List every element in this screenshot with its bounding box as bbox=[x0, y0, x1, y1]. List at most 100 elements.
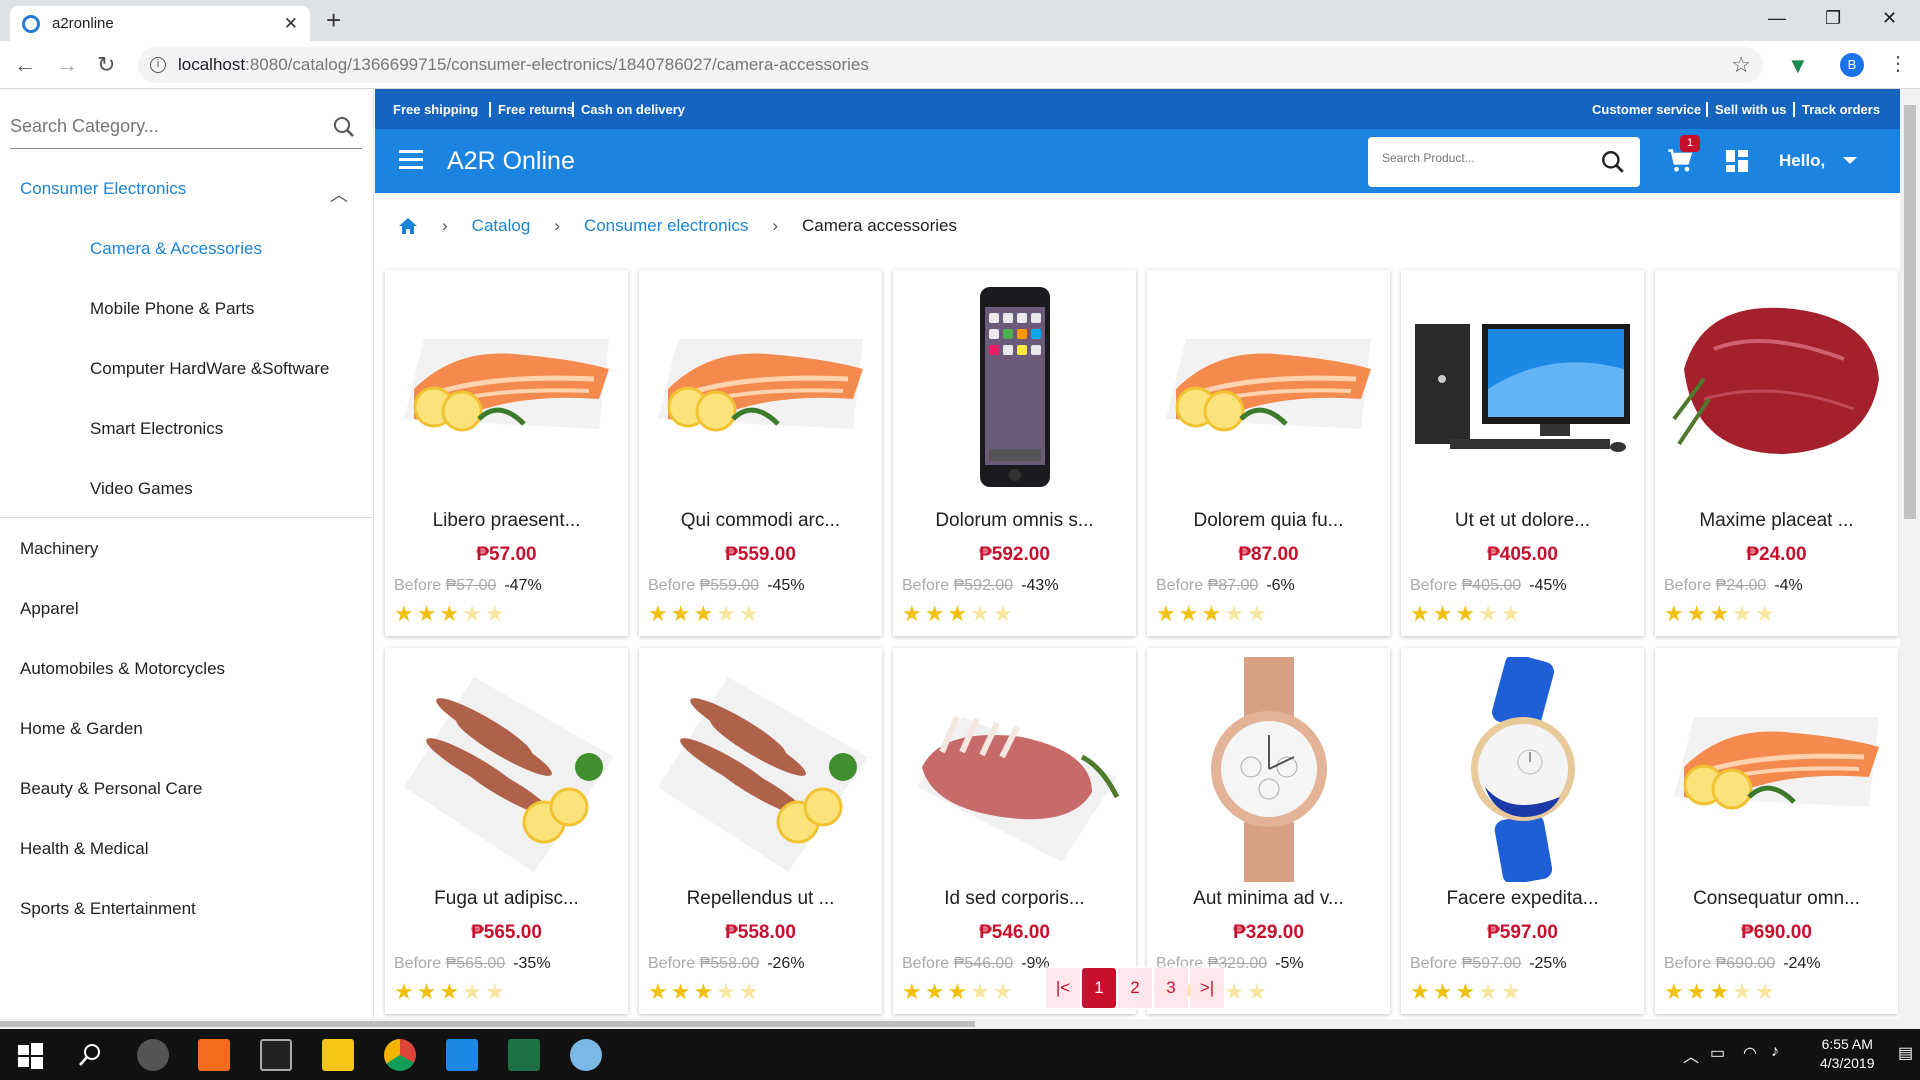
category-item[interactable]: Health & Medical bbox=[20, 839, 149, 859]
product-name[interactable]: Consequatur omn... bbox=[1655, 888, 1898, 910]
horizontal-scroll-thumb[interactable] bbox=[0, 1021, 975, 1027]
product-image-computer[interactable] bbox=[1410, 279, 1635, 504]
caret-down-icon[interactable] bbox=[1843, 157, 1857, 164]
browser-menu-icon[interactable]: ⋮ bbox=[1888, 51, 1908, 76]
product-name[interactable]: Fuga ut adipisc... bbox=[385, 888, 628, 910]
subcategory-item[interactable]: Video Games bbox=[90, 479, 193, 499]
excel-icon[interactable] bbox=[508, 1039, 540, 1071]
hamburger-menu-icon[interactable] bbox=[399, 150, 423, 174]
bookmark-star-icon[interactable]: ☆ bbox=[1731, 52, 1751, 78]
terminal-icon[interactable] bbox=[260, 1039, 292, 1071]
address-bar[interactable]: i localhost:8080/catalog/1366699715/cons… bbox=[138, 47, 1763, 83]
brand-title[interactable]: A2R Online bbox=[447, 147, 575, 176]
product-name[interactable]: Id sed corporis... bbox=[893, 888, 1136, 910]
category-item[interactable]: Apparel bbox=[20, 599, 79, 619]
paint-icon[interactable] bbox=[570, 1039, 602, 1071]
vertical-scrollbar[interactable] bbox=[1900, 89, 1920, 1019]
product-name[interactable]: Ut et ut dolore... bbox=[1401, 510, 1644, 532]
category-item[interactable]: Home & Garden bbox=[20, 719, 143, 739]
breadcrumb-link[interactable]: Consumer electronics bbox=[584, 216, 748, 236]
product-card[interactable]: Maxime placeat ... ₱24.00 Before ₱24.00 -4%… bbox=[1655, 270, 1898, 636]
subcategory-item[interactable]: Computer HardWare &Software bbox=[90, 359, 329, 379]
product-image-phone[interactable] bbox=[902, 279, 1127, 504]
first-page-icon[interactable]: |< bbox=[1046, 968, 1080, 1008]
strip-link[interactable]: Free shipping bbox=[393, 102, 478, 117]
product-card[interactable]: Id sed corporis... ₱546.00 Before ₱546.00-… bbox=[893, 648, 1136, 1014]
category-item[interactable]: Machinery bbox=[20, 539, 98, 559]
browser-tab[interactable]: a2ronline ✕ bbox=[10, 6, 310, 41]
battery-icon[interactable]: ▭ bbox=[1710, 1043, 1725, 1063]
product-image-shrimp[interactable] bbox=[394, 657, 619, 882]
product-image-salmon[interactable] bbox=[1664, 657, 1889, 882]
home-icon[interactable] bbox=[398, 217, 418, 235]
category-search-input[interactable]: Search Category... bbox=[10, 105, 362, 149]
product-card[interactable]: Facere expedita... ₱597.00 Before ₱597.00-… bbox=[1401, 648, 1644, 1014]
strip-link[interactable]: Customer service bbox=[1592, 102, 1701, 117]
strip-link[interactable]: Free returns bbox=[489, 102, 574, 117]
user-greeting[interactable]: Hello, bbox=[1779, 151, 1825, 171]
dashboard-grid-icon[interactable] bbox=[1725, 149, 1749, 173]
search-icon[interactable] bbox=[332, 115, 356, 139]
volume-icon[interactable]: ♪ bbox=[1771, 1043, 1779, 1061]
product-name[interactable]: Maxime placeat ... bbox=[1655, 510, 1898, 532]
horizontal-scrollbar[interactable] bbox=[0, 1019, 1920, 1029]
search-icon[interactable] bbox=[74, 1039, 106, 1071]
product-image-watch-blue[interactable] bbox=[1410, 653, 1635, 885]
product-name[interactable]: Aut minima ad v... bbox=[1147, 888, 1390, 910]
product-card[interactable]: Aut minima ad v... ₱329.00 Before ₱329.00-… bbox=[1147, 648, 1390, 1014]
breadcrumb-link[interactable]: Catalog bbox=[472, 216, 531, 236]
extension-icon[interactable]: ▼ bbox=[1787, 53, 1809, 79]
category-consumer-electronics[interactable]: Consumer Electronics bbox=[20, 179, 186, 199]
reload-icon[interactable]: ↻ bbox=[97, 52, 115, 78]
product-name[interactable]: Dolorum omnis s... bbox=[893, 510, 1136, 532]
product-card[interactable]: Ut et ut dolore... ₱405.00 Before ₱405.00-… bbox=[1401, 270, 1644, 636]
category-item[interactable]: Automobiles & Motorcycles bbox=[20, 659, 225, 679]
product-card[interactable]: Dolorum omnis s... ₱592.00 Before ₱592.00-… bbox=[893, 270, 1136, 636]
subcategory-item[interactable]: Mobile Phone & Parts bbox=[90, 299, 254, 319]
strip-link[interactable]: Cash on delivery bbox=[572, 102, 685, 117]
tray-chevron-up-icon[interactable]: ︿ bbox=[1683, 1043, 1699, 1067]
product-image-shrimp[interactable] bbox=[648, 657, 873, 882]
system-clock[interactable]: 6:55 AM 4/3/2019 bbox=[1820, 1035, 1875, 1073]
site-info-icon[interactable]: i bbox=[150, 57, 166, 73]
product-image-salmon[interactable] bbox=[648, 279, 873, 504]
chrome-icon[interactable] bbox=[384, 1039, 416, 1071]
product-card[interactable]: Libero praesent... ₱57.00 Before ₱57.00 -47… bbox=[385, 270, 628, 636]
wifi-icon[interactable]: ◠ bbox=[1743, 1043, 1757, 1063]
product-image-watch-gold[interactable] bbox=[1156, 657, 1381, 882]
page-button-current[interactable]: 1 bbox=[1082, 968, 1116, 1008]
new-tab-icon[interactable]: + bbox=[326, 6, 341, 34]
product-name[interactable]: Qui commodi arc... bbox=[639, 510, 882, 532]
subcategory-item[interactable]: Smart Electronics bbox=[90, 419, 223, 439]
product-name[interactable]: Repellendus ut ... bbox=[639, 888, 882, 910]
chevron-up-icon[interactable]: ︿ bbox=[330, 181, 348, 207]
restore-icon[interactable]: ❐ bbox=[1825, 8, 1841, 29]
product-card[interactable]: Fuga ut adipisc... ₱565.00 Before ₱565.00-… bbox=[385, 648, 628, 1014]
profile-avatar[interactable]: B bbox=[1840, 53, 1864, 77]
product-image-meat[interactable] bbox=[902, 657, 1127, 882]
back-icon[interactable]: ← bbox=[14, 52, 36, 78]
last-page-icon[interactable]: >| bbox=[1190, 968, 1224, 1008]
app-icon[interactable] bbox=[137, 1039, 169, 1071]
close-tab-icon[interactable]: ✕ bbox=[284, 14, 298, 34]
strip-link[interactable]: Sell with us bbox=[1706, 102, 1787, 117]
product-card[interactable]: Repellendus ut ... ₱558.00 Before ₱558.00-… bbox=[639, 648, 882, 1014]
subcategory-item[interactable]: Camera & Accessories bbox=[90, 239, 262, 259]
vertical-scroll-thumb[interactable] bbox=[1904, 105, 1916, 519]
page-button[interactable]: 2 bbox=[1118, 968, 1152, 1008]
category-item[interactable]: Sports & Entertainment bbox=[20, 899, 196, 919]
product-name[interactable]: Libero praesent... bbox=[385, 510, 628, 532]
file-explorer-icon[interactable] bbox=[322, 1039, 354, 1071]
product-card[interactable]: Dolorem quia fu... ₱87.00 Before ₱87.00 -6%… bbox=[1147, 270, 1390, 636]
product-name[interactable]: Facere expedita... bbox=[1401, 888, 1644, 910]
product-image-salmon[interactable] bbox=[394, 279, 619, 504]
strip-link[interactable]: Track orders bbox=[1793, 102, 1880, 117]
product-card[interactable]: Qui commodi arc... ₱559.00 Before ₱559.00-… bbox=[639, 270, 882, 636]
vscode-icon[interactable] bbox=[446, 1039, 478, 1071]
close-window-icon[interactable]: ✕ bbox=[1882, 8, 1897, 29]
forward-icon[interactable]: → bbox=[56, 52, 78, 78]
product-search-input[interactable]: Search Product... bbox=[1368, 137, 1640, 187]
product-card[interactable]: Consequatur omn... ₱690.00 Before ₱690.00-… bbox=[1655, 648, 1898, 1014]
product-name[interactable]: Dolorem quia fu... bbox=[1147, 510, 1390, 532]
product-image-beef[interactable] bbox=[1664, 279, 1889, 504]
